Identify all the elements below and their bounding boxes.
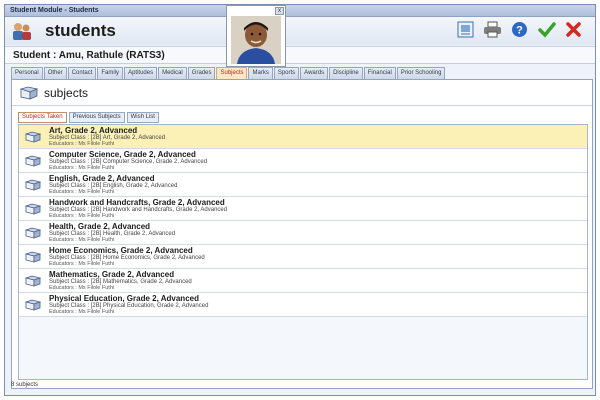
list-item[interactable]: English, Grade 2, Advanced Subject Class … bbox=[19, 173, 587, 197]
book-icon bbox=[24, 275, 42, 287]
print-icon[interactable] bbox=[483, 20, 502, 39]
book-icon bbox=[24, 155, 42, 167]
student-photo bbox=[231, 16, 281, 64]
subject-educators: Educators : Ms Filole Futhi bbox=[49, 141, 115, 147]
svg-text:?: ? bbox=[516, 25, 523, 37]
book-icon bbox=[24, 227, 42, 239]
student-module-window: Student Module - Students students x ? S… bbox=[4, 4, 596, 396]
tab-financial[interactable]: Financial bbox=[363, 67, 396, 79]
book-icon bbox=[24, 251, 42, 263]
subject-title: Health, Grade 2, Advanced bbox=[49, 222, 151, 231]
section-header: subjects bbox=[12, 80, 592, 106]
tab-sports[interactable]: Sports bbox=[273, 67, 300, 79]
subject-title: Mathematics, Grade 2, Advanced bbox=[49, 270, 175, 279]
subject-educators: Educators : Ms Filole Futhi bbox=[49, 165, 115, 171]
subjects-panel: subjects Subjects Taken Previous Subjects… bbox=[11, 79, 593, 389]
tab-medical[interactable]: Medical bbox=[158, 67, 187, 79]
module-title: students bbox=[45, 21, 116, 40]
photo-close-button[interactable]: x bbox=[275, 7, 284, 15]
tab-personal[interactable]: Personal bbox=[11, 67, 43, 79]
tab-grades[interactable]: Grades bbox=[187, 67, 216, 79]
toolbar: ? bbox=[456, 20, 583, 39]
list-item[interactable]: Art, Grade 2, Advanced Subject Class : [2… bbox=[19, 125, 587, 149]
list-item[interactable]: Home Economics, Grade 2, Advanced Subject… bbox=[19, 245, 587, 269]
list-item[interactable]: Mathematics, Grade 2, Advanced Subject Cl… bbox=[19, 269, 587, 293]
subtab-previous-subjects[interactable]: Previous Subjects bbox=[68, 112, 125, 123]
subject-title: Physical Education, Grade 2, Advanced bbox=[49, 294, 199, 303]
tab-marks[interactable]: Marks bbox=[248, 67, 273, 79]
subject-educators: Educators : Ms Filole Futhi bbox=[49, 285, 115, 291]
subtab-strip: Subjects Taken Previous Subjects Wish List bbox=[18, 112, 159, 123]
subject-title: Computer Science, Grade 2, Advanced bbox=[49, 150, 196, 159]
subject-educators: Educators : Ms Filole Futhi bbox=[49, 189, 115, 195]
book-icon bbox=[24, 131, 42, 143]
students-icon bbox=[11, 21, 33, 41]
tab-family[interactable]: Family bbox=[97, 67, 124, 79]
subtab-wish-list[interactable]: Wish List bbox=[126, 112, 159, 123]
subject-title: English, Grade 2, Advanced bbox=[49, 174, 155, 183]
close-icon[interactable] bbox=[564, 20, 583, 39]
tab-aptitudes[interactable]: Aptitudes bbox=[124, 67, 158, 79]
list-item[interactable]: Handwork and Handcrafts, Grade 2, Advanc… bbox=[19, 197, 587, 221]
subject-title: Home Economics, Grade 2, Advanced bbox=[49, 246, 193, 255]
list-item[interactable]: Computer Science, Grade 2, Advanced Subje… bbox=[19, 149, 587, 173]
window-title: Student Module - Students bbox=[5, 5, 595, 17]
book-icon bbox=[24, 203, 42, 215]
subject-list: Art, Grade 2, Advanced Subject Class : [2… bbox=[18, 124, 588, 380]
subject-educators: Educators : Ms Filole Futhi bbox=[49, 309, 115, 315]
list-item[interactable]: Physical Education, Grade 2, Advanced Sub… bbox=[19, 293, 587, 317]
tab-subjects[interactable]: Subjects bbox=[216, 67, 248, 79]
report-icon[interactable] bbox=[456, 20, 475, 39]
section-title: subjects bbox=[44, 86, 89, 100]
book-icon bbox=[24, 299, 42, 311]
status-text: 8 subjects bbox=[11, 382, 39, 388]
student-label: Student : Amu, Rathule (RATS3) bbox=[5, 46, 595, 64]
subtab-subjects-taken[interactable]: Subjects Taken bbox=[18, 112, 67, 123]
tab-other[interactable]: Other bbox=[43, 67, 67, 79]
tab-prior-schooling[interactable]: Prior Schooling bbox=[396, 67, 446, 79]
book-icon bbox=[24, 179, 42, 191]
check-icon[interactable] bbox=[537, 20, 556, 39]
book-icon bbox=[19, 86, 39, 100]
subject-educators: Educators : Ms Filole Futhi bbox=[49, 237, 115, 243]
subject-educators: Educators : Ms Filole Futhi bbox=[49, 261, 115, 267]
list-item[interactable]: Health, Grade 2, Advanced Subject Class :… bbox=[19, 221, 587, 245]
subject-educators: Educators : Ms Filole Futhi bbox=[49, 213, 115, 219]
tab-awards[interactable]: Awards bbox=[300, 67, 329, 79]
subject-title: Handwork and Handcrafts, Grade 2, Advanc… bbox=[49, 198, 225, 207]
tab-contact[interactable]: Contact bbox=[67, 67, 97, 79]
help-icon[interactable]: ? bbox=[510, 20, 529, 39]
tab-strip: Personal Other Contact Family Aptitudes Medic… bbox=[11, 67, 593, 79]
subject-title: Art, Grade 2, Advanced bbox=[49, 126, 138, 135]
tab-discipline[interactable]: Discipline bbox=[329, 67, 363, 79]
student-photo-frame: x bbox=[226, 5, 286, 67]
